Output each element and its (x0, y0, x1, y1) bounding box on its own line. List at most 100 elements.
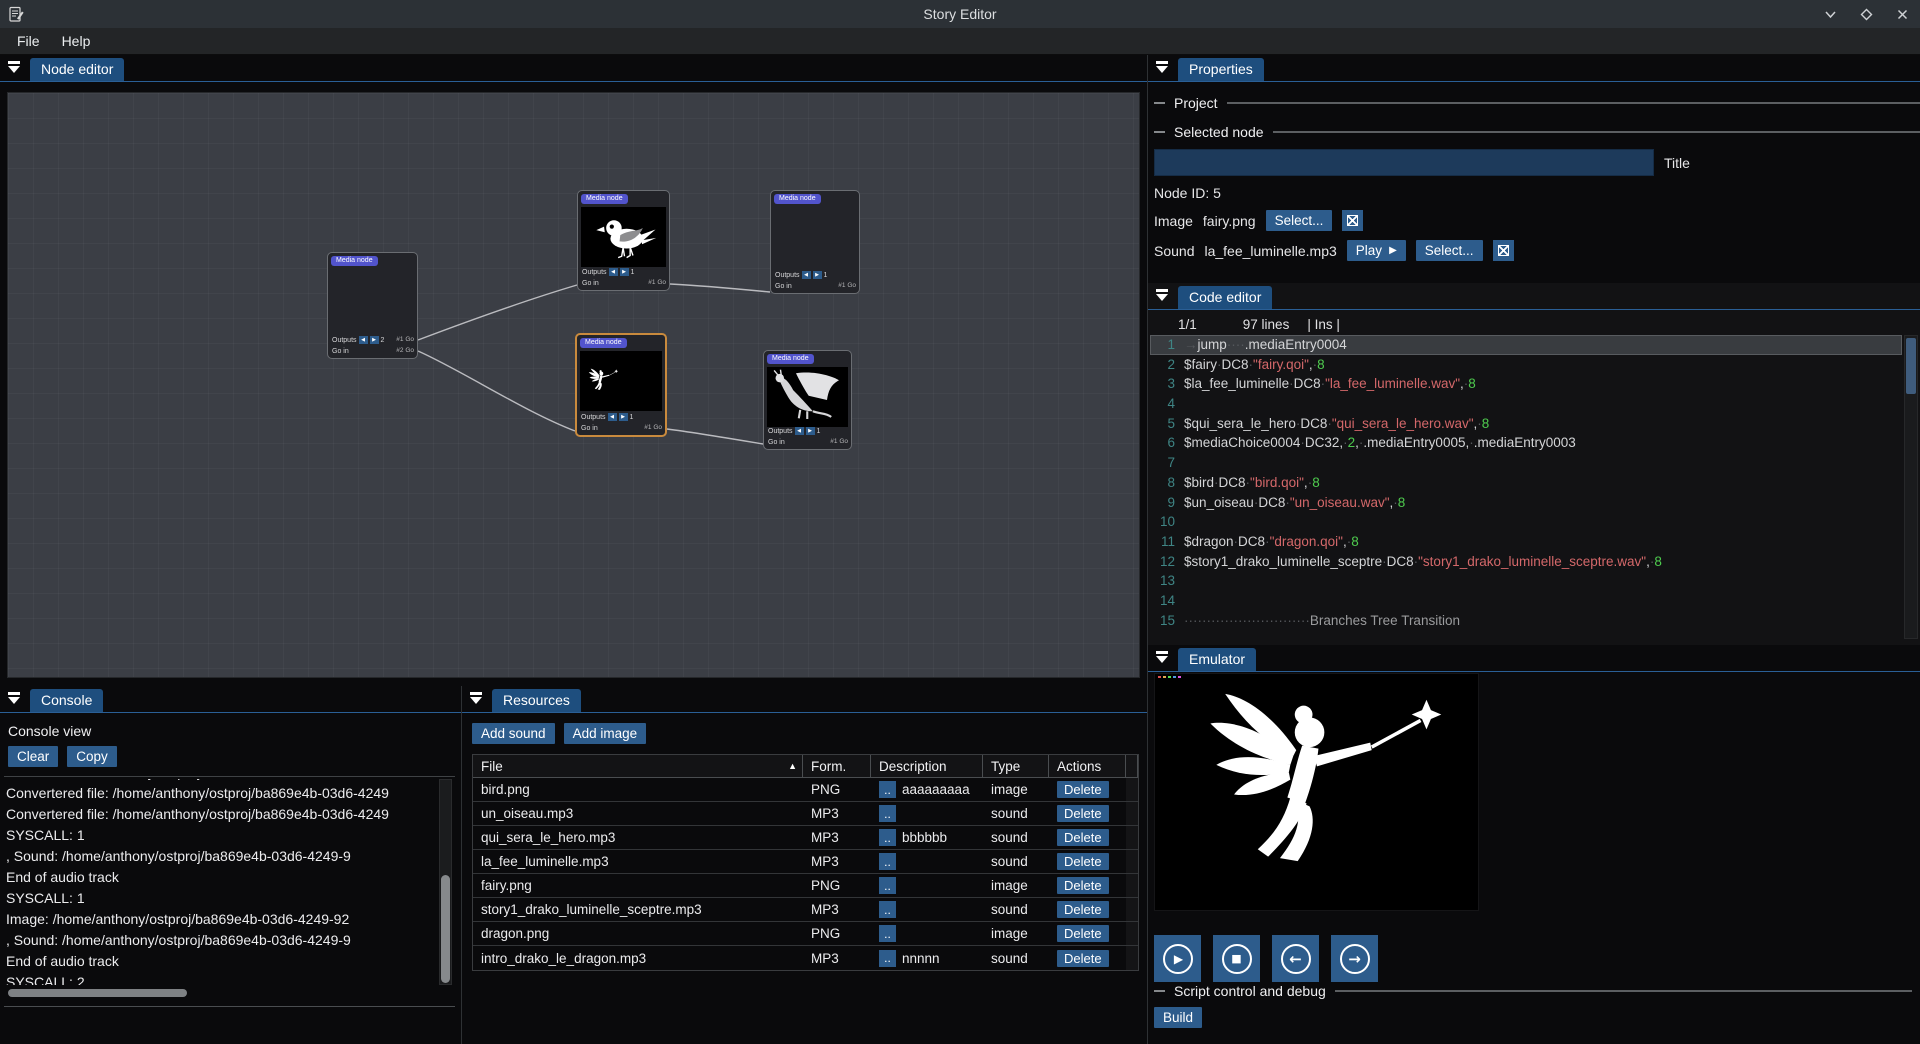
delete-button[interactable]: Delete (1057, 901, 1109, 918)
code-text: $qui_sera_le_hero·DC8·"qui_sera_le_hero.… (1184, 414, 1489, 434)
outputs-count: 2 (381, 337, 385, 344)
column-header-format[interactable]: Form. (803, 755, 871, 777)
tab-resources[interactable]: Resources (492, 689, 581, 712)
decrement-icon[interactable]: ◀ (795, 427, 804, 435)
image-select-button[interactable]: Select... (1266, 210, 1333, 231)
increment-icon[interactable]: ▶ (619, 413, 628, 421)
edit-description-button[interactable]: .. (879, 781, 896, 798)
delete-button[interactable]: Delete (1057, 853, 1109, 870)
collapse-icon[interactable] (469, 692, 482, 704)
node-start[interactable]: Media nodeOutputs◀▶2Go in#1 Go#2 Go (327, 252, 418, 359)
tab-emulator[interactable]: Emulator (1178, 648, 1256, 671)
console-vscrollbar-thumb[interactable] (441, 875, 450, 983)
build-button[interactable]: Build (1154, 1007, 1202, 1028)
image-clear-button[interactable] (1342, 210, 1363, 231)
format-cell: PNG (803, 782, 871, 797)
delete-button[interactable]: Delete (1057, 805, 1109, 822)
console-line: , Sound: /home/anthony/ostproj/ba869e4b-… (6, 930, 435, 951)
maximize-icon[interactable] (1858, 6, 1874, 22)
column-header-file[interactable]: File ▲ (473, 755, 803, 777)
emulator-forward-button[interactable]: → (1331, 935, 1378, 982)
code-line: 5$qui_sera_le_hero·DC8·"qui_sera_le_hero… (1150, 414, 1902, 434)
fairy-thumbnail (580, 351, 662, 411)
node-choice[interactable]: Media nodeOutputs◀▶1Go in#1 Go (770, 190, 860, 294)
add-image-button[interactable]: Add image (564, 723, 647, 744)
menu-help[interactable]: Help (51, 30, 102, 52)
collapse-icon[interactable] (7, 692, 20, 704)
actions-cell: Delete (1049, 950, 1126, 967)
code-line: 14 (1150, 591, 1902, 611)
tab-console[interactable]: Console (30, 689, 103, 712)
arrow-left-icon: ← (1289, 950, 1302, 968)
sound-play-button[interactable]: Play▶ (1347, 240, 1406, 261)
console-hscrollbar-thumb[interactable] (8, 989, 187, 997)
edit-description-button[interactable]: .. (879, 853, 896, 870)
edit-description-button[interactable]: .. (879, 950, 896, 967)
close-icon[interactable] (1894, 6, 1910, 22)
line-number: 8 (1150, 473, 1184, 493)
code-scrollbar-thumb[interactable] (1906, 338, 1916, 394)
node-bird[interactable]: Media nodeOutputs◀▶1Go in#1 Go (577, 190, 670, 291)
increment-icon[interactable]: ▶ (806, 427, 815, 435)
menu-file[interactable]: File (6, 30, 51, 52)
emulator-stop-button[interactable]: ■ (1213, 935, 1260, 982)
code-scrollbar[interactable] (1904, 335, 1918, 639)
vertical-splitter[interactable] (1147, 55, 1148, 1044)
delete-button[interactable]: Delete (1057, 829, 1109, 846)
column-header-type[interactable]: Type (983, 755, 1049, 777)
node-canvas[interactable]: Media nodeOutputs◀▶2Go in#1 Go#2 Go Media… (7, 92, 1140, 678)
line-number: 12 (1150, 552, 1184, 572)
emulator-play-button[interactable]: ▶ (1154, 935, 1201, 982)
console-log[interactable]: , Sound: /home/anthony/ostproj/ba869e4b-… (6, 779, 435, 985)
collapse-icon[interactable] (1155, 651, 1168, 663)
sound-select-button[interactable]: Select... (1416, 240, 1483, 261)
sound-clear-button[interactable] (1493, 240, 1514, 261)
tab-code-editor[interactable]: Code editor (1178, 286, 1272, 309)
console-hscrollbar[interactable] (8, 989, 435, 998)
debug-pixel (1168, 676, 1171, 678)
collapse-icon[interactable] (1155, 289, 1168, 301)
collapse-icon[interactable] (1155, 61, 1168, 73)
increment-icon[interactable]: ▶ (370, 336, 379, 344)
edit-description-button[interactable]: .. (879, 805, 896, 822)
type-cell: sound (983, 806, 1049, 821)
delete-button[interactable]: Delete (1057, 950, 1109, 967)
code-text: $la_fee_luminelle·DC8·"la_fee_luminelle.… (1184, 374, 1476, 394)
edit-description-button[interactable]: .. (879, 901, 896, 918)
decrement-icon[interactable]: ◀ (802, 271, 811, 279)
node-dragon[interactable]: Media nodeOutputs◀▶1Go in#1 Go (763, 350, 852, 450)
decrement-icon[interactable]: ◀ (359, 336, 368, 344)
emulator-screen (1154, 673, 1479, 911)
edit-description-button[interactable]: .. (879, 925, 896, 942)
edit-description-button[interactable]: .. (879, 829, 896, 846)
console-resources-splitter[interactable] (461, 686, 462, 1044)
collapse-icon[interactable] (7, 61, 20, 73)
node-outputs-row: Outputs◀▶2 (332, 336, 384, 344)
decrement-icon[interactable]: ◀ (608, 413, 617, 421)
code-editor-panel: Code editor 1/1 97 lines | Ins | 1→jump·… (1148, 283, 1920, 645)
node-fairy[interactable]: Media nodeOutputs◀▶1Go in#1 Go (575, 333, 667, 437)
tab-node-editor[interactable]: Node editor (30, 58, 124, 81)
tab-properties[interactable]: Properties (1178, 58, 1264, 81)
add-sound-button[interactable]: Add sound (472, 723, 555, 744)
decrement-icon[interactable]: ◀ (609, 268, 618, 276)
delete-button[interactable]: Delete (1057, 781, 1109, 798)
code-text-area[interactable]: 1→jump····.mediaEntry00042$fairy·DC8·"fa… (1150, 335, 1902, 639)
title-input[interactable] (1154, 149, 1654, 176)
column-header-description[interactable]: Description (871, 755, 983, 777)
outputs-label: Outputs (775, 272, 800, 279)
copy-button[interactable]: Copy (67, 746, 117, 767)
edit-description-button[interactable]: .. (879, 877, 896, 894)
emulator-back-button[interactable]: ← (1272, 935, 1319, 982)
column-header-actions[interactable]: Actions (1049, 755, 1126, 777)
delete-button[interactable]: Delete (1057, 925, 1109, 942)
clear-button[interactable]: Clear (8, 746, 58, 767)
increment-icon[interactable]: ▶ (620, 268, 629, 276)
app-window: Story Editor File Help Node editor Media… (0, 0, 1920, 1044)
actions-cell: Delete (1049, 853, 1126, 870)
minimize-icon[interactable] (1822, 6, 1838, 22)
console-vscrollbar[interactable] (439, 779, 452, 985)
delete-button[interactable]: Delete (1057, 877, 1109, 894)
increment-icon[interactable]: ▶ (813, 271, 822, 279)
table-scrollbar-gutter (1126, 778, 1138, 801)
